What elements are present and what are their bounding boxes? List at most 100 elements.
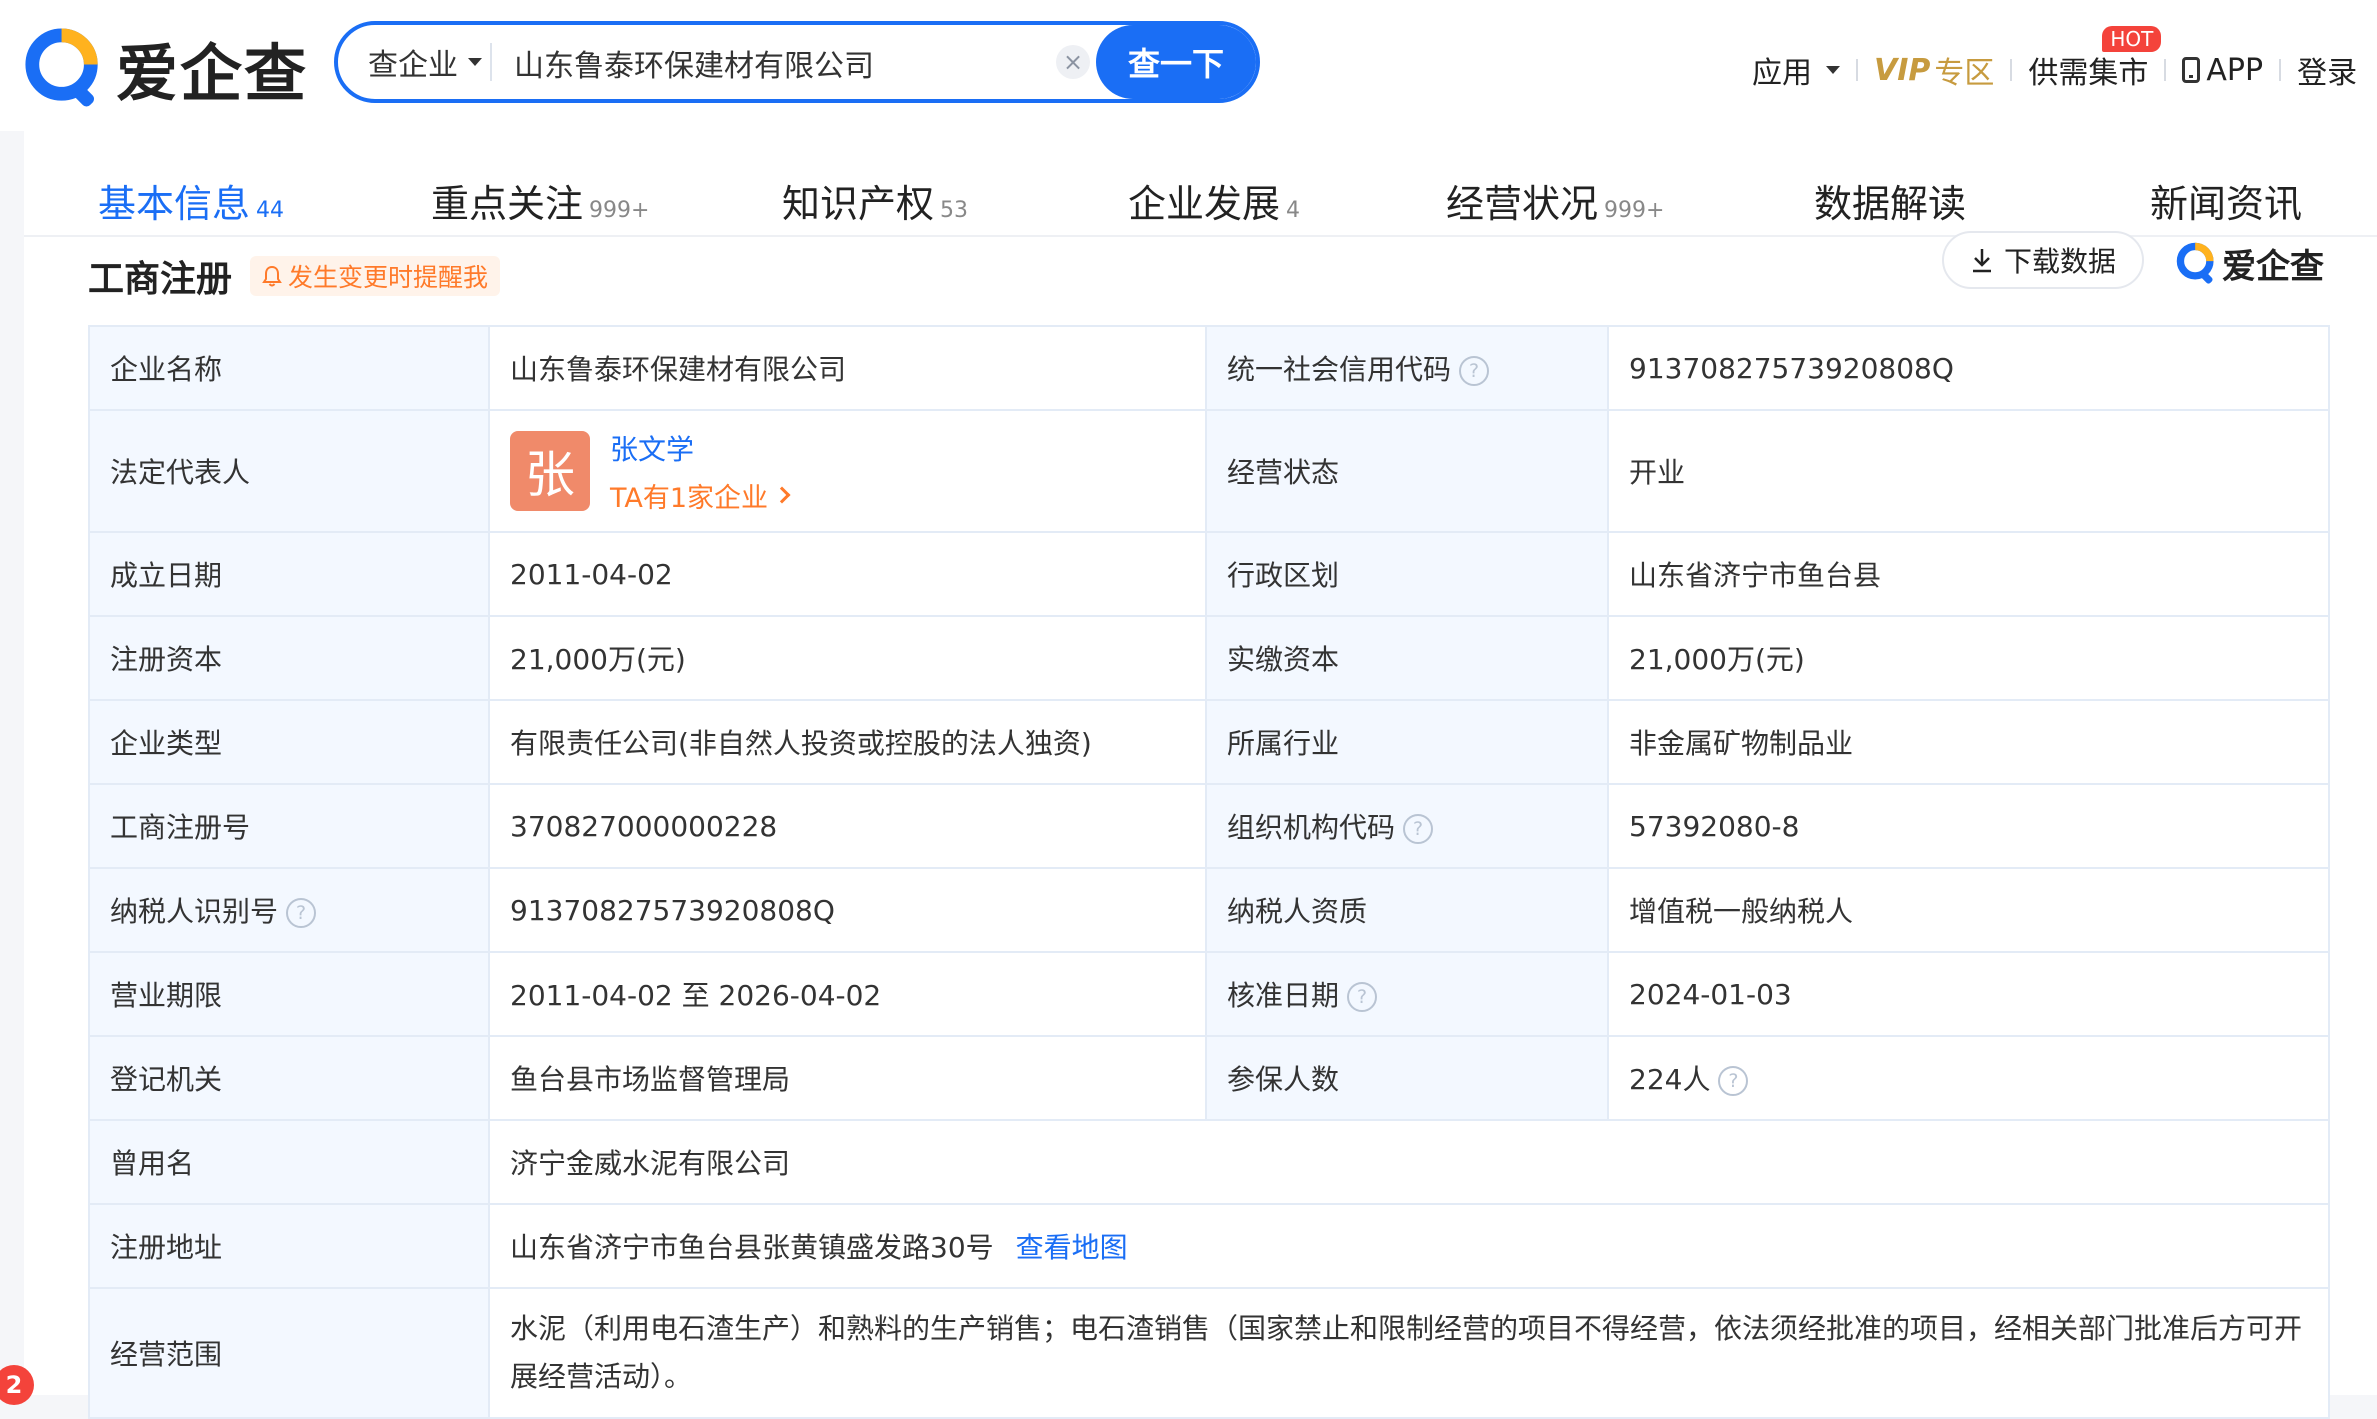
legal-rep-name-link[interactable]: 张文学 — [610, 428, 788, 468]
scope-value: 水泥（利用电石渣生产）和熟料的生产销售；电石渣销售（国家禁止和限制经营的项目不得… — [488, 1287, 2330, 1419]
table-row: 经营范围 水泥（利用电石渣生产）和熟料的生产销售；电石渣销售（国家禁止和限制经营… — [88, 1287, 2330, 1419]
approval-date-value: 2024-01-03 — [1607, 951, 2330, 1037]
logo[interactable]: 爱企查 — [22, 18, 308, 118]
tab-label: 重点关注 — [431, 182, 584, 226]
term-label: 营业期限 — [88, 951, 490, 1037]
section-header: 工商注册 发生变更时提醒我 — [88, 241, 501, 311]
region-value: 山东省济宁市鱼台县 — [1607, 531, 2330, 617]
tab-label: 企业发展 — [1128, 182, 1281, 226]
industry-label: 所属行业 — [1205, 699, 1609, 785]
clear-icon[interactable]: × — [1056, 45, 1090, 79]
logo-icon — [25, 28, 98, 107]
approval-date-label: 核准日期 — [1227, 979, 1340, 1012]
tab-data-insight[interactable]: 数据解读 — [1814, 173, 1966, 228]
bell-icon — [262, 265, 282, 287]
tax-id-label: 纳税人识别号 — [110, 895, 279, 928]
legal-rep-more-label: TA有1家企业 — [610, 482, 769, 514]
help-icon[interactable]: ? — [1718, 1066, 1749, 1096]
help-icon[interactable]: ? — [1347, 982, 1378, 1012]
founded-label: 成立日期 — [88, 531, 490, 617]
business-registration-table: 企业名称 山东鲁泰环保建材有限公司 统一社会信用代码? 913708275739… — [88, 325, 2330, 1419]
tab-label: 经营状况 — [1446, 182, 1599, 226]
term-value: 2011-04-02 至 2026-04-02 — [488, 951, 1207, 1037]
nav-divider — [1856, 59, 1858, 81]
tab-label: 基本信息 — [98, 182, 251, 226]
search-button[interactable]: 查一下 — [1096, 25, 1256, 99]
former-name-label: 曾用名 — [88, 1119, 490, 1205]
avatar[interactable]: 张 — [510, 431, 590, 511]
download-data-button[interactable]: 下载数据 — [1942, 231, 2144, 289]
brand-logo-icon — [2176, 242, 2214, 284]
company-name-value: 山东鲁泰环保建材有限公司 — [488, 325, 1207, 411]
change-remind-button[interactable]: 发生变更时提醒我 — [250, 256, 501, 296]
table-row: 营业期限 2011-04-02 至 2026-04-02 核准日期? 2024-… — [88, 951, 2330, 1037]
legal-rep-cell: 张 张文学 TA有1家企业 — [488, 409, 1207, 533]
legal-rep-more-link[interactable]: TA有1家企业 — [610, 476, 791, 515]
credit-code-label: 统一社会信用代码 — [1227, 353, 1452, 386]
legal-rep-label: 法定代表人 — [88, 409, 490, 533]
credit-code-value: 91370827573920808Q — [1607, 325, 2330, 411]
help-icon[interactable]: ? — [1403, 814, 1434, 844]
insured-value: 224人 — [1629, 1063, 1711, 1096]
paid-capital-value: 21,000万(元) — [1607, 615, 2330, 701]
chevron-right-icon — [773, 486, 791, 504]
phone-icon — [2182, 57, 2201, 83]
taxpayer-value: 增值税一般纳税人 — [1607, 867, 2330, 953]
legal-rep-info: 张文学 TA有1家企业 — [610, 428, 791, 515]
nav-divider — [2279, 59, 2282, 81]
tab-development[interactable]: 企业发展 4 — [1128, 173, 1300, 228]
reg-no-value: 370827000000228 — [488, 783, 1207, 869]
reg-capital-label: 注册资本 — [88, 615, 490, 701]
table-row: 成立日期 2011-04-02 行政区划 山东省济宁市鱼台县 — [88, 531, 2330, 617]
top-nav: 应用 VIP 专区 供需集市 HOT APP 登录 — [1752, 26, 2357, 100]
industry-value: 非金属矿物制品业 — [1607, 699, 2330, 785]
insured-cell: 224人? — [1607, 1035, 2330, 1121]
tab-ip[interactable]: 知识产权 53 — [782, 173, 968, 228]
nav-app[interactable]: APP — [2182, 53, 2263, 88]
help-icon[interactable]: ? — [1459, 356, 1490, 386]
nav-vip[interactable]: VIP 专区 — [1874, 48, 1994, 92]
nav-login[interactable]: 登录 — [2297, 48, 2357, 92]
tab-operations[interactable]: 经营状况 999+ — [1446, 173, 1664, 228]
nav-market-label: 供需集市 — [2028, 56, 2149, 91]
tab-count: 53 — [940, 198, 969, 223]
taxpayer-label: 纳税人资质 — [1205, 867, 1609, 953]
authority-label: 登记机关 — [88, 1035, 490, 1121]
notification-badge[interactable]: 2 — [0, 1365, 34, 1405]
tab-key-focus[interactable]: 重点关注 999+ — [431, 173, 649, 228]
status-label: 经营状态 — [1205, 409, 1609, 533]
status-value: 开业 — [1607, 409, 2330, 533]
nav-login-label: 登录 — [2297, 56, 2358, 91]
tab-news[interactable]: 新闻资讯 — [2150, 173, 2302, 228]
founded-value: 2011-04-02 — [488, 531, 1207, 617]
caret-down-icon — [1826, 66, 1840, 74]
search-box: 查企业 × 查一下 — [334, 21, 1376, 103]
tab-label: 新闻资讯 — [2150, 182, 2303, 226]
search-type-select[interactable]: 查企业 — [368, 25, 482, 99]
tab-count: 999+ — [589, 198, 650, 223]
scope-label: 经营范围 — [88, 1287, 490, 1419]
tax-id-label-cell: 纳税人识别号? — [88, 867, 490, 953]
address-value: 山东省济宁市鱼台县张黄镇盛发路30号 — [510, 1231, 994, 1264]
reg-capital-value: 21,000万(元) — [488, 615, 1207, 701]
table-row: 曾用名 济宁金威水泥有限公司 — [88, 1119, 2330, 1205]
table-row: 纳税人识别号? 91370827573920808Q 纳税人资质 增值税一般纳税… — [88, 867, 2330, 953]
insured-label: 参保人数 — [1205, 1035, 1609, 1121]
remind-label: 发生变更时提醒我 — [288, 263, 489, 292]
nav-market[interactable]: 供需集市 HOT — [2028, 26, 2162, 92]
top-bar: 爱企查 查企业 × 查一下 应用 VIP 专区 供需集市 HOT APP — [0, 0, 2377, 131]
tab-basic-info[interactable]: 基本信息 44 — [98, 173, 284, 228]
vip-label: VIP — [1874, 52, 1931, 88]
approval-date-label-cell: 核准日期? — [1205, 951, 1609, 1037]
tab-label: 数据解读 — [1814, 182, 1967, 226]
type-value: 有限责任公司(非自然人投资或控股的法人独资) — [488, 699, 1207, 785]
main-panel: 基本信息 44 重点关注 999+ 知识产权 53 企业发展 4 经营状况 999+ 数据… — [24, 131, 2377, 1419]
download-label: 下载数据 — [2003, 245, 2116, 278]
table-row: 注册地址 山东省济宁市鱼台县张黄镇盛发路30号 查看地图 — [88, 1203, 2330, 1289]
help-icon[interactable]: ? — [286, 898, 317, 928]
tab-bar: 基本信息 44 重点关注 999+ 知识产权 53 企业发展 4 经营状况 999+ 数据… — [24, 131, 2377, 237]
credit-code-label-cell: 统一社会信用代码? — [1205, 325, 1609, 411]
nav-apps[interactable]: 应用 — [1752, 48, 1840, 92]
view-map-link[interactable]: 查看地图 — [1016, 1231, 1128, 1264]
download-icon — [1972, 249, 1991, 273]
